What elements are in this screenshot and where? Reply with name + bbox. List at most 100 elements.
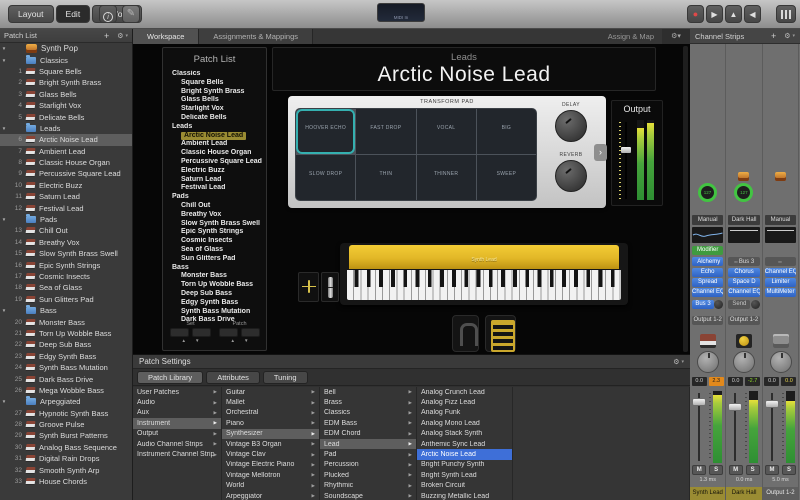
patch-list-row[interactable]: ▼ 29 Synth Burst Patterns	[0, 430, 132, 441]
browser-item[interactable]: Analog Mono Lead	[417, 418, 512, 428]
onscreen-patch-row[interactable]: Bass	[163, 264, 266, 273]
patch-button[interactable]	[219, 328, 238, 337]
patch-list-row[interactable]: ▼ 11 Saturn Lead	[0, 191, 132, 202]
patch-list-row[interactable]: ▼ 12 Festival Lead	[0, 202, 132, 213]
edit-tool-button[interactable]: ✎	[122, 5, 140, 23]
browser-item[interactable]: User Patches▶	[133, 387, 221, 397]
patch-list-row[interactable]: ▼ 17 Cosmic Insects	[0, 271, 132, 282]
onscreen-patch-row[interactable]: Pads	[163, 193, 266, 202]
input-slot[interactable]: ○○	[765, 257, 796, 266]
pitch-joystick[interactable]	[298, 272, 319, 302]
onscreen-patch-row[interactable]: Cosmic Insects	[163, 237, 266, 246]
settings-tab[interactable]: Tuning	[263, 371, 308, 384]
gear-icon[interactable]: ⚙	[673, 358, 679, 366]
onscreen-patch-row[interactable]: Square Bells	[163, 79, 266, 88]
eq-thumbnail[interactable]	[765, 227, 796, 243]
patch-list-row[interactable]: ▼ 14 Breathy Vox	[0, 237, 132, 248]
onscreen-patch-row[interactable]: Sea of Glass	[163, 246, 266, 255]
transform-pad-cell[interactable]: BIG	[477, 109, 536, 154]
workspace-gear-icon[interactable]: ⚙▾	[662, 29, 690, 44]
preset-label[interactable]: Manual	[765, 215, 796, 225]
insert-slot[interactable]: Chorus	[728, 268, 759, 277]
patch-list-row[interactable]: ▼ Leads	[0, 123, 132, 134]
patch-list-row[interactable]: ▼ 23 Edgy Synth Bass	[0, 351, 132, 362]
patch-list-row[interactable]: ▼ Arpeggiated	[0, 396, 132, 407]
onscreen-patch-row[interactable]: Delicate Bells	[163, 114, 266, 123]
onscreen-patch-row[interactable]: Festival Lead	[163, 184, 266, 193]
patch-list-row[interactable]: ▼ 32 Smooth Synth Arp	[0, 464, 132, 475]
browser-item[interactable]: Arctic Noise Lead	[417, 449, 512, 459]
disclosure-triangle-icon[interactable]: ▼	[0, 126, 8, 131]
browser-item[interactable]: Pad▶	[320, 449, 416, 459]
mute-button[interactable]: M	[765, 465, 779, 475]
onscreen-patch-row[interactable]: Synth Bass Mutation	[163, 308, 266, 317]
browser-item[interactable]: Bell▶	[320, 387, 416, 397]
patch-list-row[interactable]: ▼ 19 Sun Glitters Pad	[0, 294, 132, 305]
onscreen-patch-row[interactable]: Ambient Lead	[163, 140, 266, 149]
browser-item[interactable]: Analog Fizz Lead	[417, 397, 512, 407]
patch-list-row[interactable]: ▼ 26 Mega Wobble Bass	[0, 385, 132, 396]
browser-item[interactable]: Percussion▶	[320, 460, 416, 470]
browser-item[interactable]: EDM Chord▶	[320, 429, 416, 439]
send-slot[interactable]: Send	[728, 300, 750, 309]
fader-cap[interactable]	[728, 403, 742, 411]
keyboard-keys[interactable]	[347, 270, 621, 300]
patch-list-row[interactable]: ▼ 20 Monster Bass	[0, 316, 132, 327]
solo-button[interactable]: S	[782, 465, 796, 475]
transform-pad-cell[interactable]: THIN	[356, 155, 415, 200]
mixer-toggle-button[interactable]	[776, 5, 796, 23]
onscreen-patch-row[interactable]: Torn Up Wobble Bass	[163, 281, 266, 290]
next-page-chevron-icon[interactable]: ›	[594, 144, 607, 161]
patch-list-row[interactable]: ▼ 21 Torn Up Wobble Bass	[0, 328, 132, 339]
tab-assignments-mappings[interactable]: Assignments & Mappings	[199, 29, 313, 44]
patch-list-row[interactable]: ▼ 27 Hypnotic Synth Bass	[0, 408, 132, 419]
browser-item[interactable]: Bright Punchy Synth	[417, 460, 512, 470]
insert-slot[interactable]: Channel EQ	[765, 268, 796, 277]
insert-slot[interactable]: Channel EQ	[728, 288, 759, 297]
browser-item[interactable]: Aux▶	[133, 408, 221, 418]
fader-cap[interactable]	[692, 398, 706, 406]
patch-list-row[interactable]: ▼ Bass	[0, 305, 132, 316]
browser-item[interactable]: Broken Circuit	[417, 481, 512, 491]
patch-list-row[interactable]: ▼ 31 Digital Rain Drops	[0, 453, 132, 464]
browser-item[interactable]: Lead▶	[320, 439, 416, 449]
patch-list-row[interactable]: ▼ 1 Square Bells	[0, 66, 132, 77]
patch-list-row[interactable]: ▼ 22 Deep Sub Bass	[0, 339, 132, 350]
assign-and-map-label[interactable]: Assign & Map	[608, 29, 662, 44]
output-fader[interactable]	[621, 147, 631, 153]
patch-list-row[interactable]: ▼ 33 House Chords	[0, 476, 132, 487]
onscreen-patch-row[interactable]: Breathy Vox	[163, 211, 266, 220]
patch-list-row[interactable]: ▼ 3 Glass Bells	[0, 89, 132, 100]
browser-item[interactable]: Synthesizer▶	[222, 429, 319, 439]
patch-list-row[interactable]: ▼ 25 Dark Bass Drive	[0, 373, 132, 384]
patch-list-row[interactable]: ▼ 8 Classic House Organ	[0, 157, 132, 168]
transform-pad-cell[interactable]: THINNER	[417, 155, 476, 200]
volume-value[interactable]: 0.0	[764, 377, 779, 386]
settings-tab[interactable]: Patch Library	[137, 371, 203, 384]
onscreen-patch-row[interactable]: Epic Synth Strings	[163, 228, 266, 237]
volume-value[interactable]: 0.0	[692, 377, 707, 386]
patch-list-row[interactable]: ▼ 2 Bright Synth Brass	[0, 77, 132, 88]
tab-workspace[interactable]: Workspace	[133, 29, 199, 44]
browser-item[interactable]: Soundscape▶	[320, 491, 416, 500]
onscreen-patch-row[interactable]: Electric Buzz	[163, 167, 266, 176]
browser-item[interactable]: Mallet▶	[222, 397, 319, 407]
patch-list-row[interactable]: ▼ 15 Slow Synth Brass Swell	[0, 248, 132, 259]
send-slot[interactable]: Bus 3	[692, 300, 714, 309]
browser-item[interactable]: Plucked▶	[320, 470, 416, 480]
fader-cap[interactable]	[765, 400, 779, 408]
output-slot[interactable]: Output 1-2	[728, 316, 759, 325]
channel-fader[interactable]	[692, 391, 706, 463]
channel-fader[interactable]	[765, 391, 779, 463]
patch-list-row[interactable]: ▼ Classics	[0, 54, 132, 65]
info-button[interactable]: i	[99, 5, 117, 23]
midi-activity-knob[interactable]: 127	[698, 183, 717, 202]
preset-label[interactable]: Dark Hall	[728, 215, 759, 225]
browser-item[interactable]: Guitar▶	[222, 387, 319, 397]
browser-item[interactable]: Vintage B3 Organ▶	[222, 439, 319, 449]
input-slot[interactable]: ○○Bus 3	[728, 257, 759, 266]
patch-list-row[interactable]: ▼ 10 Electric Buzz	[0, 180, 132, 191]
send-knob[interactable]	[714, 300, 723, 309]
mod-wheel[interactable]	[321, 272, 339, 302]
preset-label[interactable]: Manual	[692, 215, 723, 225]
